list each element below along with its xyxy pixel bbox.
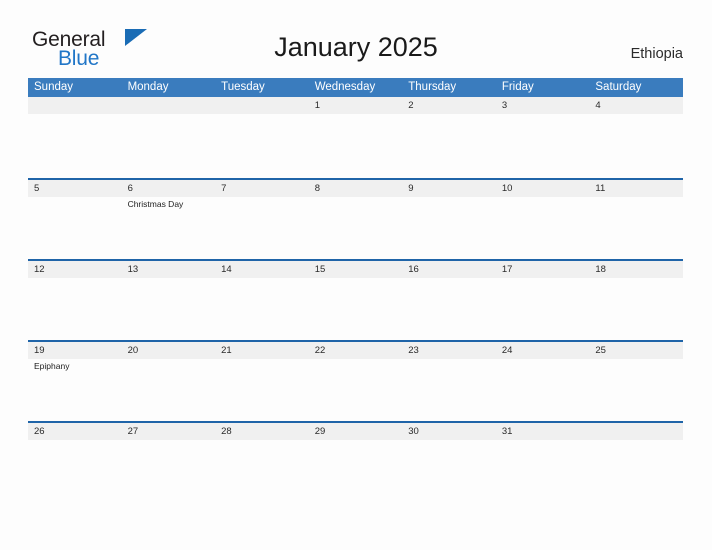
day-cell[interactable]: 17: [496, 261, 590, 278]
day-number-strip: 19 20 21 22 23 24 25: [28, 342, 683, 359]
day-cell[interactable]: 6: [122, 180, 216, 197]
day-cell[interactable]: 28: [215, 423, 309, 440]
day-cell[interactable]: 13: [122, 261, 216, 278]
day-cell[interactable]: 30: [402, 423, 496, 440]
event-strip: Epiphany: [28, 359, 683, 372]
weekday-header-monday: Monday: [127, 81, 169, 93]
calendar-page: General Blue January 2025 Ethiopia Sunda…: [0, 0, 712, 550]
day-event: Christmas Day: [127, 199, 184, 209]
day-cell[interactable]: 26: [28, 423, 122, 440]
day-cell[interactable]: 23: [402, 342, 496, 359]
day-cell[interactable]: 5: [28, 180, 122, 197]
day-event: [215, 359, 309, 372]
day-cell[interactable]: 21: [215, 342, 309, 359]
event-strip: [28, 278, 683, 280]
day-cell[interactable]: 27: [122, 423, 216, 440]
day-event: [122, 440, 216, 442]
day-cell[interactable]: 31: [496, 423, 590, 440]
day-event: [589, 197, 683, 210]
week-row: 1 2 3 4: [28, 97, 683, 178]
day-cell[interactable]: [589, 423, 683, 440]
day-event: [215, 278, 309, 280]
event-strip: [28, 114, 683, 116]
region-label: Ethiopia: [630, 46, 683, 62]
day-event: [496, 440, 590, 442]
day-event: [28, 197, 122, 210]
day-number-strip: 26 27 28 29 30 31: [28, 423, 683, 440]
week-row: 12 13 14 15 16 17 18: [28, 259, 683, 340]
day-cell[interactable]: [122, 97, 216, 114]
day-event: [589, 278, 683, 280]
day-event: [589, 440, 683, 442]
event-strip: Christmas Day: [28, 197, 683, 210]
day-cell[interactable]: 3: [496, 97, 590, 114]
day-event: [496, 359, 590, 372]
day-event: [215, 440, 309, 442]
day-cell[interactable]: 25: [589, 342, 683, 359]
day-event: [589, 114, 683, 116]
weekday-header-friday: Friday: [501, 81, 534, 93]
day-event: [309, 197, 403, 210]
day-event: [215, 197, 309, 210]
day-cell[interactable]: 20: [122, 342, 216, 359]
day-event: [122, 114, 216, 116]
day-event: [309, 114, 403, 116]
day-cell[interactable]: 11: [589, 180, 683, 197]
day-cell[interactable]: 8: [309, 180, 403, 197]
weekday-header-row: Sunday Monday Tuesday Wednesday Thursday…: [28, 78, 683, 97]
page-header: General Blue January 2025 Ethiopia: [0, 0, 712, 70]
day-event: [309, 278, 403, 280]
day-number-strip: 5 6 7 8 9 10 11: [28, 180, 683, 197]
day-event: [496, 278, 590, 280]
day-event: [215, 114, 309, 116]
day-cell[interactable]: 16: [402, 261, 496, 278]
week-row: 5 6 7 8 9 10 11 Christmas Day: [28, 178, 683, 259]
page-title: January 2025: [274, 32, 438, 62]
day-cell[interactable]: [215, 97, 309, 114]
day-event: [402, 440, 496, 442]
day-cell[interactable]: 7: [215, 180, 309, 197]
calendar-grid: Sunday Monday Tuesday Wednesday Thursday…: [28, 78, 683, 521]
day-event: [122, 359, 216, 372]
day-event: [496, 197, 590, 210]
day-event: [402, 359, 496, 372]
week-row: 19 20 21 22 23 24 25 Epiphany: [28, 340, 683, 421]
day-event: [122, 278, 216, 280]
day-event: [402, 278, 496, 280]
day-event: [402, 114, 496, 116]
day-event: [28, 114, 122, 116]
day-cell[interactable]: 1: [309, 97, 403, 114]
day-event: [496, 114, 590, 116]
day-cell[interactable]: 29: [309, 423, 403, 440]
day-cell[interactable]: 15: [309, 261, 403, 278]
day-cell[interactable]: [28, 97, 122, 114]
day-event: [28, 440, 122, 442]
day-event: [402, 197, 496, 210]
weekday-header-thursday: Thursday: [408, 81, 457, 93]
day-event: [309, 440, 403, 442]
weekday-header-saturday: Saturday: [595, 81, 642, 93]
weekday-header-tuesday: Tuesday: [221, 81, 265, 93]
day-number-strip: 1 2 3 4: [28, 97, 683, 114]
event-strip: [28, 440, 683, 442]
day-event: [589, 359, 683, 372]
day-cell[interactable]: 24: [496, 342, 590, 359]
weekday-header-sunday: Sunday: [34, 81, 74, 93]
week-row: 26 27 28 29 30 31: [28, 421, 683, 521]
weekday-header-wednesday: Wednesday: [314, 81, 376, 93]
day-event: [28, 278, 122, 280]
day-cell[interactable]: 18: [589, 261, 683, 278]
day-cell[interactable]: 14: [215, 261, 309, 278]
day-cell[interactable]: 2: [402, 97, 496, 114]
day-cell[interactable]: 4: [589, 97, 683, 114]
day-cell[interactable]: 9: [402, 180, 496, 197]
day-event: Epiphany: [34, 361, 70, 371]
day-number-strip: 12 13 14 15 16 17 18: [28, 261, 683, 278]
day-cell[interactable]: 19: [28, 342, 122, 359]
day-cell[interactable]: 12: [28, 261, 122, 278]
day-cell[interactable]: 10: [496, 180, 590, 197]
day-event: [309, 359, 403, 372]
day-cell[interactable]: 22: [309, 342, 403, 359]
